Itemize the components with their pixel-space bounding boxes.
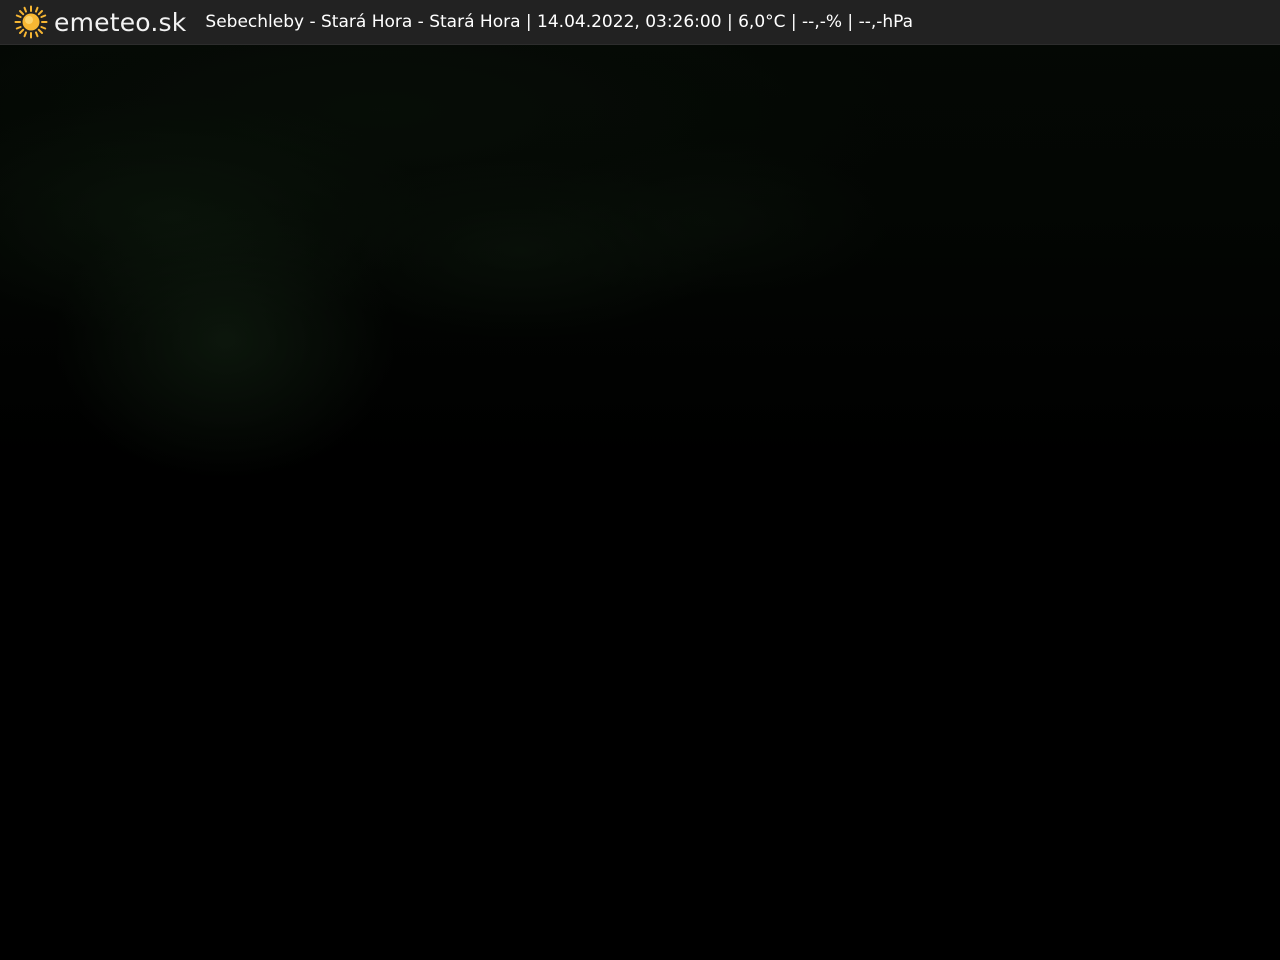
pressure-value: --,-hPa [858, 11, 914, 32]
temperature-value: 6,0°C [738, 11, 786, 32]
sun-icon [14, 5, 48, 39]
info-bar: emeteo.sk Sebechleby - Stará Hora - Star… [0, 0, 1280, 45]
webcam-frame: emeteo.sk Sebechleby - Stará Hora - Star… [0, 0, 1280, 960]
separator: | [785, 11, 803, 32]
brand-logo: emeteo.sk [14, 0, 186, 45]
location-name: Sebechleby - Stará Hora - Stará Hora [205, 11, 521, 32]
observation-datetime: 14.04.2022, 03:26:00 [537, 11, 722, 32]
separator: | [842, 11, 859, 32]
station-caption: Sebechleby - Stará Hora - Stará Hora | 1… [205, 0, 913, 45]
separator: | [520, 11, 538, 32]
separator: | [721, 11, 739, 32]
humidity-value: --,-% [802, 11, 843, 32]
night-webcam-image [0, 0, 1280, 960]
brand-name: emeteo.sk [54, 7, 187, 37]
